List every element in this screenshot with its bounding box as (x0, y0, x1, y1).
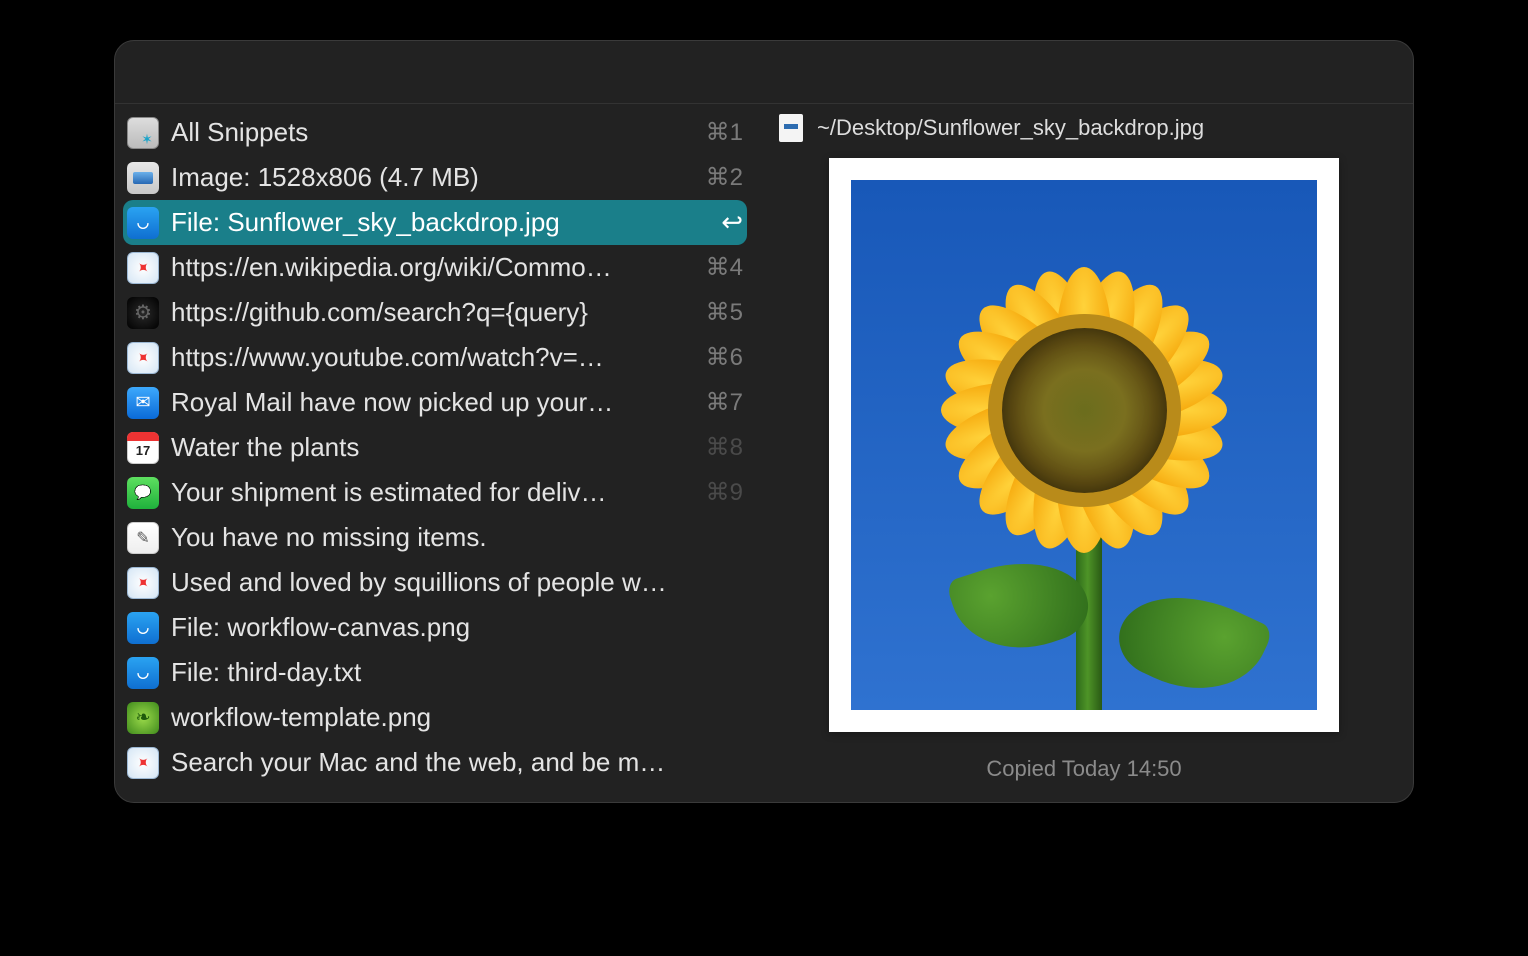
shortcut-label: ⌘2 (706, 163, 743, 192)
list-item-label: https://github.com/search?q={query} (171, 297, 696, 328)
list-item-label: Search your Mac and the web, and be m… (171, 747, 743, 778)
list-item-label: Water the plants (171, 432, 696, 463)
list-item-label: File: third-day.txt (171, 657, 743, 688)
messages-icon (127, 477, 159, 509)
list-item-label: Royal Mail have now picked up your… (171, 387, 696, 418)
list-item[interactable]: File: Sunflower_sky_backdrop.jpg ↩ (123, 200, 747, 245)
body: All Snippets ⌘1 Image: 1528x806 (4.7 MB) ⌘2… (115, 104, 1413, 802)
finder-icon (127, 657, 159, 689)
sunflower-head (934, 260, 1234, 560)
clipboard-icon (127, 117, 159, 149)
safari-icon (127, 747, 159, 779)
list-item[interactable]: You have no missing items. (115, 515, 755, 560)
file-icon (779, 114, 803, 142)
mail-icon (127, 387, 159, 419)
list-item-label: File: workflow-canvas.png (171, 612, 743, 643)
list-item[interactable]: https://www.youtube.com/watch?v=… ⌘6 (115, 335, 755, 380)
preview-pane: ~/Desktop/Sunflower_sky_backdrop.jpg Cop… (755, 104, 1413, 802)
list-item-label: Used and loved by squillions of people w… (171, 567, 743, 598)
calendar-icon (127, 432, 159, 464)
preview-image-frame (829, 158, 1339, 732)
finder-icon (127, 207, 159, 239)
preview-image (851, 180, 1317, 710)
copied-timestamp: Copied Today 14:50 (779, 756, 1389, 782)
return-icon: ↩ (721, 207, 743, 238)
list-item[interactable]: All Snippets ⌘1 (115, 110, 755, 155)
leaf-icon (127, 702, 159, 734)
clipboard-list: All Snippets ⌘1 Image: 1528x806 (4.7 MB) ⌘2… (115, 104, 755, 802)
list-item-label: workflow-template.png (171, 702, 743, 733)
clipboard-window: All Snippets ⌘1 Image: 1528x806 (4.7 MB) ⌘2… (114, 40, 1414, 803)
list-item[interactable]: Search your Mac and the web, and be m… (115, 740, 755, 785)
list-item-label: You have no missing items. (171, 522, 743, 553)
list-item-label: File: Sunflower_sky_backdrop.jpg (171, 207, 711, 238)
shortcut-label: ⌘6 (706, 343, 743, 372)
list-item-label: https://www.youtube.com/watch?v=… (171, 342, 696, 373)
search-input[interactable] (129, 51, 1399, 91)
sunflower-leaf (1107, 570, 1274, 710)
shortcut-label: ⌘8 (706, 433, 743, 462)
sunflower-leaf (945, 542, 1096, 668)
image-icon (127, 162, 159, 194)
preview-header: ~/Desktop/Sunflower_sky_backdrop.jpg (779, 110, 1389, 142)
finder-icon (127, 612, 159, 644)
list-item[interactable]: Water the plants ⌘8 (115, 425, 755, 470)
search-row (115, 41, 1413, 103)
safari-icon (127, 567, 159, 599)
list-item-label: https://en.wikipedia.org/wiki/Commo… (171, 252, 696, 283)
shortcut-label: ⌘9 (706, 478, 743, 507)
list-item-label: Image: 1528x806 (4.7 MB) (171, 162, 696, 193)
list-item-label: Your shipment is estimated for deliv… (171, 477, 696, 508)
sunflower-center (1002, 328, 1167, 493)
list-item[interactable]: Royal Mail have now picked up your… ⌘7 (115, 380, 755, 425)
list-item[interactable]: Used and loved by squillions of people w… (115, 560, 755, 605)
list-item-label: All Snippets (171, 117, 696, 148)
safari-icon (127, 342, 159, 374)
list-item[interactable]: https://en.wikipedia.org/wiki/Commo… ⌘4 (115, 245, 755, 290)
gear-icon (127, 297, 159, 329)
shortcut-label: ⌘5 (706, 298, 743, 327)
safari-icon (127, 252, 159, 284)
shortcut-label: ⌘1 (706, 118, 743, 147)
shortcut-label: ⌘7 (706, 388, 743, 417)
list-item[interactable]: https://github.com/search?q={query} ⌘5 (115, 290, 755, 335)
preview-path: ~/Desktop/Sunflower_sky_backdrop.jpg (817, 115, 1204, 141)
list-item[interactable]: workflow-template.png (115, 695, 755, 740)
shortcut-label: ⌘4 (706, 253, 743, 282)
notes-icon (127, 522, 159, 554)
list-item[interactable]: File: workflow-canvas.png (115, 605, 755, 650)
list-item[interactable]: File: third-day.txt (115, 650, 755, 695)
list-item[interactable]: Image: 1528x806 (4.7 MB) ⌘2 (115, 155, 755, 200)
list-item[interactable]: Your shipment is estimated for deliv… ⌘9 (115, 470, 755, 515)
